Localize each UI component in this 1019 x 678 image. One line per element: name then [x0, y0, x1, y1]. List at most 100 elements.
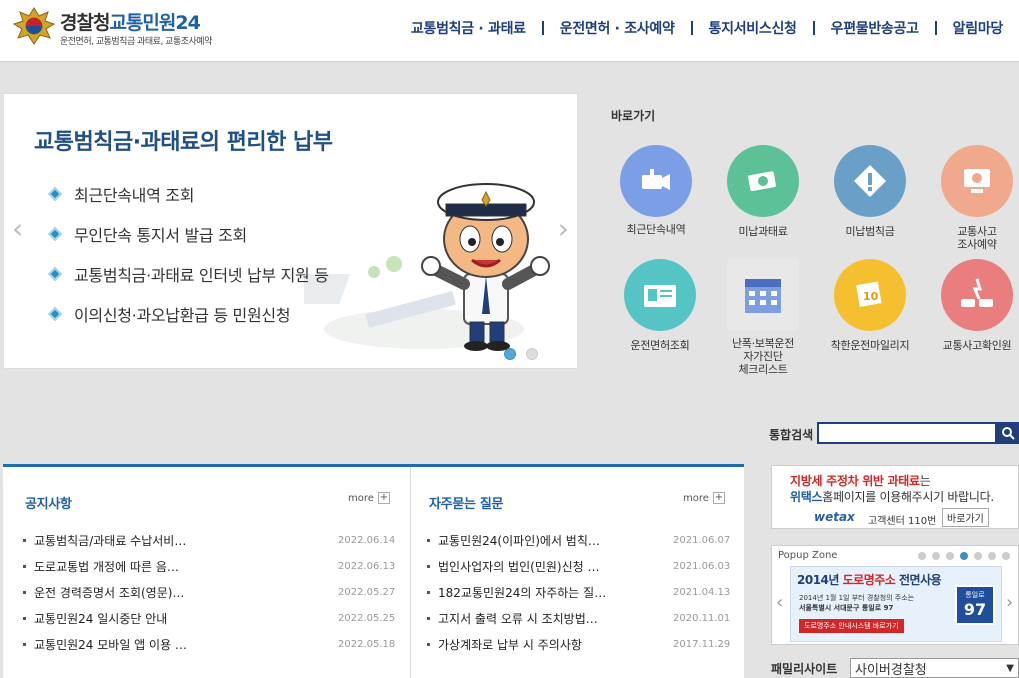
slide-feature-item: 교통범칙금·과태료 인터넷 납부 지원 등 [47, 254, 329, 294]
wetax-logo: wetax [814, 510, 855, 524]
road-address-title: 2014년 도로명주소 전면사용 [797, 573, 942, 587]
slide-feature-item: 이의신청·과오납환급 등 민원신청 [47, 294, 329, 334]
slide-feature-item: 최근단속내역 조회 [47, 174, 329, 214]
faq-date: 2021.06.07 [673, 534, 731, 546]
quick-link-label: 교통사고 조사예약 [957, 225, 997, 251]
money-icon [727, 145, 799, 217]
plus-icon: + [712, 492, 725, 504]
plus-icon: + [377, 492, 390, 504]
faq-date: 2021.06.03 [673, 560, 731, 572]
mileage-icon: 10 [834, 259, 906, 331]
quick-link-unpaid-fines[interactable]: 미납과태료 [713, 145, 813, 238]
slide-feature-text: 교통범칙금·과태료 인터넷 납부 지원 등 [74, 266, 329, 285]
quick-link-reckless-driving-checklist[interactable]: 난폭·보복운전 자가진단 체크리스트 [713, 259, 813, 376]
notice-row[interactable]: 교통범칙금/과태료 수납서비… 2022.06.14 [23, 527, 403, 553]
popup-dot[interactable] [946, 552, 954, 560]
faq-row[interactable]: 법인사업자의 법인(민원)신청 … 2021.06.03 [427, 553, 737, 579]
family-site-select[interactable]: 사이버경찰청 ▼ [850, 658, 1019, 678]
slider-next-button[interactable]: › [558, 212, 569, 245]
notice-subject: 도로교통법 개정에 따른 음… [34, 559, 179, 574]
bullet-icon [23, 642, 26, 646]
diamond-bullet-icon [47, 266, 63, 282]
notice-date: 2022.05.25 [338, 612, 396, 624]
bullet-icon [427, 564, 430, 568]
popup-dot[interactable] [932, 552, 940, 560]
notice-row[interactable]: 교통민원24 모바일 앱 이용 … 2022.05.18 [23, 631, 403, 657]
board-panel: 공지사항 more + 교통범칙금/과태료 수납서비… 2022.06.14 도로교… [3, 464, 744, 678]
notice-list: 교통범칙금/과태료 수납서비… 2022.06.14 도로교통법 개정에 따른 음… [23, 527, 403, 657]
quick-link-unpaid-penalties[interactable]: 미납범칙금 [820, 145, 920, 238]
faq-row[interactable]: 가상계좌로 납부 시 주의사항 2017.11.29 [427, 631, 737, 657]
notice-more-button[interactable]: more + [348, 492, 390, 504]
wetax-line1: 지방세 주정차 위반 과태료는 [790, 474, 931, 488]
quick-link-label: 착한운전마일리지 [830, 339, 910, 352]
bullet-icon [427, 642, 430, 646]
slider-prev-button[interactable]: ‹ [12, 212, 23, 245]
family-site-label: 패밀리사이트 [771, 662, 838, 676]
nav-license[interactable]: 운전면허 · 조사예약 [544, 18, 691, 38]
faq-row[interactable]: 182교통민원24의 자주하는 질… 2021.04.13 [427, 579, 737, 605]
nav-notify[interactable]: 통지서비스신청 [693, 18, 813, 38]
quick-link-license-check[interactable]: 운전면허조회 [610, 259, 710, 352]
popup-prev-button[interactable]: ‹ [776, 592, 783, 613]
popup-dot[interactable] [1002, 552, 1010, 560]
slider-dot-1[interactable] [504, 348, 516, 360]
nav-fines[interactable]: 교통범칙금 · 과태료 [395, 18, 542, 38]
bullet-icon [23, 538, 26, 542]
police-emblem-icon [12, 7, 56, 45]
more-label: more [683, 492, 709, 504]
slide-feature-text: 무인단속 통지서 발급 조회 [74, 226, 247, 245]
wetax-shortcut-button[interactable]: 바로가기 [942, 508, 989, 527]
calendar-icon [727, 259, 799, 331]
quick-link-recent-violations[interactable]: 최근단속내역 [606, 145, 706, 236]
faq-subject: 교통민원24(이파인)에서 범칙… [438, 533, 600, 548]
popup-dot[interactable] [918, 552, 926, 560]
quick-link-label: 미납범칙금 [845, 225, 895, 238]
road-address-button[interactable]: 도로명주소 안내시스템 바로가기 [799, 619, 904, 633]
logo-title: 경찰청교통민원24 [60, 12, 201, 34]
road-address-line2: 서울특별시 서대문구 통일로 97 [799, 604, 894, 612]
wetax-banner[interactable]: 지방세 주정차 위반 과태료는 위택스홈페이지를 이용해주시기 바랍니다. we… [771, 465, 1019, 529]
road-address-banner[interactable]: 2014년 도로명주소 전면사용 2014년 1월 1일 부터 경찰청의 주소는… [790, 566, 1002, 642]
diamond-bullet-icon [47, 186, 63, 202]
notice-subject: 운전 경력증명서 조회(영문)… [34, 585, 185, 600]
faq-list: 교통민원24(이파인)에서 범칙… 2021.06.07 법인사업자의 법인(민원… [427, 527, 737, 657]
notice-row[interactable]: 교통민원24 일시중단 안내 2022.05.25 [23, 605, 403, 631]
bullet-icon [427, 616, 430, 620]
notice-row[interactable]: 도로교통법 개정에 따른 음… 2022.06.13 [23, 553, 403, 579]
faq-subject: 가상계좌로 납부 시 주의사항 [438, 637, 582, 652]
popup-dot[interactable] [988, 552, 996, 560]
family-site-selected: 사이버경찰청 [855, 662, 927, 678]
quick-link-label: 미납과태료 [738, 225, 788, 238]
logo[interactable]: 경찰청교통민원24 운전면허, 교통범칙금 과태료, 교통조사예약 [12, 6, 242, 50]
quick-links-title: 바로가기 [611, 109, 656, 123]
wetax-line2: 위택스홈페이지를 이용해주시기 바랍니다. [790, 490, 994, 504]
search-button[interactable] [997, 422, 1019, 444]
search-label: 통합검색 [769, 428, 814, 442]
quick-link-accident-reservation[interactable]: 교통사고 조사예약 [927, 145, 1019, 251]
popup-next-button[interactable]: › [1006, 592, 1013, 613]
faq-more-button[interactable]: more + [683, 492, 725, 504]
main-slider: 교통범칙금·과태료의 편리한 납부 최근단속내역 조회 무인단속 통지서 발급 … [3, 93, 578, 369]
nav-returned-mail[interactable]: 우편물반송공고 [815, 18, 935, 38]
slider-dot-2[interactable] [526, 348, 538, 360]
faq-row[interactable]: 교통민원24(이파인)에서 범칙… 2021.06.07 [427, 527, 737, 553]
slider-pagination [504, 348, 538, 360]
quick-link-accident-certificate[interactable]: 교통사고확인원 [927, 259, 1019, 352]
quick-link-label: 난폭·보복운전 자가진단 체크리스트 [731, 337, 795, 376]
warning-icon [834, 145, 906, 217]
notice-section: 공지사항 more + 교통범칙금/과태료 수납서비… 2022.06.14 도로교… [3, 467, 411, 678]
camera-icon [620, 145, 692, 217]
popup-dot[interactable] [974, 552, 982, 560]
faq-date: 2017.11.29 [673, 638, 731, 650]
bullet-icon [427, 590, 430, 594]
notice-subject: 교통민원24 모바일 앱 이용 … [34, 637, 187, 652]
notice-row[interactable]: 운전 경력증명서 조회(영문)… 2022.05.27 [23, 579, 403, 605]
faq-section: 자주묻는 질문 more + 교통민원24(이파인)에서 범칙… 2021.06.0… [411, 467, 744, 678]
popup-zone: Popup Zone 2014년 도로명주소 전면사용 2014년 1월 1일 … [771, 545, 1019, 645]
quick-link-good-driving-mileage[interactable]: 10 착한운전마일리지 [820, 259, 920, 352]
faq-row[interactable]: 고지서 출력 오류 시 조치방법… 2020.11.01 [427, 605, 737, 631]
nav-notices[interactable]: 알림마당 [937, 18, 1019, 38]
popup-dot-active[interactable] [960, 552, 968, 560]
search-input[interactable] [817, 422, 997, 444]
